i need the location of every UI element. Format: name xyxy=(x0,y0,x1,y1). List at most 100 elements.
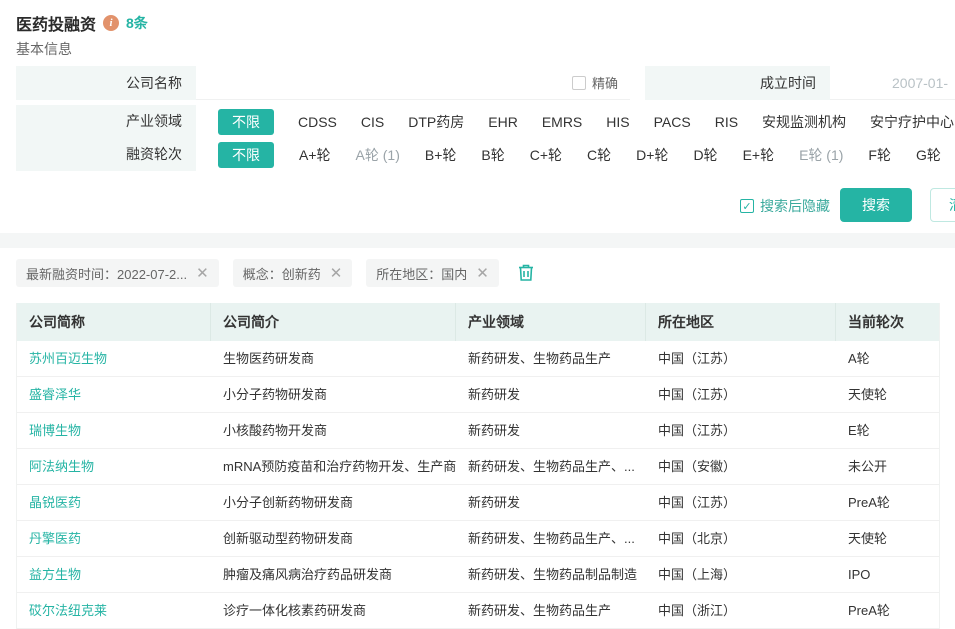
filter-tag-concept: 概念：创新药 ✕ xyxy=(233,259,353,287)
industry-option-ehr[interactable]: EHR xyxy=(488,114,518,130)
industry-option-safety-monitor[interactable]: 安规监测机构 xyxy=(762,112,846,132)
round-option-g[interactable]: G轮 xyxy=(916,145,941,165)
current-round: 天使轮 xyxy=(836,377,941,412)
info-icon[interactable]: i xyxy=(103,15,119,31)
industry-option-dtp[interactable]: DTP药房 xyxy=(408,112,464,132)
region: 中国（浙江） xyxy=(646,593,836,628)
company-name-input[interactable]: 精确 xyxy=(196,66,630,100)
company-profile: 肿瘤及痛风病治疗药品研发商 xyxy=(211,557,456,592)
round-label: 融资轮次 xyxy=(16,138,196,171)
table-row: 晶锐医药 小分子创新药物研发商 新药研发 中国（江苏） PreA轮 xyxy=(17,485,939,521)
round-option-e[interactable]: E轮 (1) xyxy=(799,145,843,165)
company-link[interactable]: 晶锐医药 xyxy=(17,485,211,520)
region: 中国（安徽） xyxy=(646,449,836,484)
company-link[interactable]: 砹尔法纽克莱 xyxy=(17,593,211,628)
trash-icon[interactable] xyxy=(515,262,537,284)
established-time-label: 成立时间 xyxy=(645,66,830,100)
industry-option-unlimited[interactable]: 不限 xyxy=(218,109,274,135)
industry-option-cis[interactable]: CIS xyxy=(361,114,384,130)
filter-tag-region: 所在地区：国内 ✕ xyxy=(366,259,499,287)
region: 中国（上海） xyxy=(646,557,836,592)
round-options-row: 不限 A+轮 A轮 (1) B+轮 B轮 C+轮 C轮 D+轮 D轮 E+轮 E… xyxy=(218,138,955,171)
company-link[interactable]: 苏州百迈生物 xyxy=(17,341,211,376)
table-row: 阿法纳生物 mRNA预防疫苗和治疗药物开发、生产商 新药研发、生物药品生产、..… xyxy=(17,449,939,485)
round-option-c-plus[interactable]: C+轮 xyxy=(530,145,562,165)
round-option-e-plus[interactable]: E+轮 xyxy=(743,145,775,165)
company-name-label: 公司名称 xyxy=(16,66,196,100)
company-profile: 小核酸药物开发商 xyxy=(211,413,456,448)
exact-label: 精确 xyxy=(592,73,618,92)
col-header-round: 当前轮次 xyxy=(836,303,941,341)
industry-field: 新药研发、生物药品生产 xyxy=(456,341,646,376)
round-option-b-plus[interactable]: B+轮 xyxy=(425,145,457,165)
industry-field: 新药研发 xyxy=(456,413,646,448)
round-option-b[interactable]: B轮 xyxy=(481,145,504,165)
round-option-d-plus[interactable]: D+轮 xyxy=(636,145,668,165)
col-header-profile: 公司简介 xyxy=(211,303,456,341)
industry-field: 新药研发 xyxy=(456,485,646,520)
industry-option-emrs[interactable]: EMRS xyxy=(542,114,582,130)
round-option-f[interactable]: F轮 xyxy=(868,145,891,165)
current-round: PreA轮 xyxy=(836,593,941,628)
round-option-d[interactable]: D轮 xyxy=(693,145,717,165)
search-button[interactable]: 搜索 xyxy=(840,188,912,222)
company-link[interactable]: 盛睿泽华 xyxy=(17,377,211,412)
table-row: 瑞博生物 小核酸药物开发商 新药研发 中国（江苏） E轮 xyxy=(17,413,939,449)
current-round: A轮 xyxy=(836,341,941,376)
region: 中国（江苏） xyxy=(646,485,836,520)
filter-options-block: 产业领域 融资轮次 不限 CDSS CIS DTP药房 EHR EMRS HIS… xyxy=(16,105,955,171)
industry-label: 产业领域 xyxy=(16,105,196,138)
industry-option-cdss[interactable]: CDSS xyxy=(298,114,337,130)
table-row: 盛睿泽华 小分子药物研发商 新药研发 中国（江苏） 天使轮 xyxy=(17,377,939,413)
round-option-c[interactable]: C轮 xyxy=(587,145,611,165)
section-label-basic-info: 基本信息 xyxy=(16,39,72,59)
col-header-industry: 产业领域 xyxy=(456,303,646,341)
region: 中国（江苏） xyxy=(646,377,836,412)
filter-tag-latest-financing-time: 最新融资时间：2022-07-2... ✕ xyxy=(16,259,219,287)
search-actions-row: ✓ 搜索后隐藏 搜索 清 xyxy=(0,188,955,222)
close-icon[interactable]: ✕ xyxy=(330,266,343,281)
col-header-region: 所在地区 xyxy=(646,303,836,341)
company-profile: 生物医药研发商 xyxy=(211,341,456,376)
page-header: 医药投融资 i 8条 xyxy=(16,11,148,35)
current-round: 未公开 xyxy=(836,449,941,484)
company-link[interactable]: 瑞博生物 xyxy=(17,413,211,448)
hide-after-search-label: 搜索后隐藏 xyxy=(760,196,830,216)
filter-tag-text: 最新融资时间：2022-07-2... xyxy=(26,264,187,283)
industry-field: 新药研发、生物药品生产、... xyxy=(456,449,646,484)
industry-option-ris[interactable]: RIS xyxy=(715,114,738,130)
result-count: 8条 xyxy=(126,13,148,33)
company-link[interactable]: 丹擎医药 xyxy=(17,521,211,556)
company-name-row: 公司名称 精确 成立时间 2007-01- xyxy=(16,66,955,100)
company-profile: 诊疗一体化核素药研发商 xyxy=(211,593,456,628)
region: 中国（江苏） xyxy=(646,413,836,448)
round-option-a-plus[interactable]: A+轮 xyxy=(299,145,331,165)
clear-button[interactable]: 清 xyxy=(930,188,955,222)
hide-after-search-group[interactable]: ✓ 搜索后隐藏 xyxy=(740,196,830,216)
current-round: 天使轮 xyxy=(836,521,941,556)
close-icon[interactable]: ✕ xyxy=(476,266,489,281)
round-option-unlimited[interactable]: 不限 xyxy=(218,142,274,168)
region: 中国（江苏） xyxy=(646,341,836,376)
industry-option-pacs[interactable]: PACS xyxy=(654,114,691,130)
results-table: 公司简称 公司简介 产业领域 所在地区 当前轮次 苏州百迈生物 生物医药研发商 … xyxy=(16,303,940,629)
hide-after-search-checkbox[interactable]: ✓ xyxy=(740,199,754,213)
company-profile: 创新驱动型药物研发商 xyxy=(211,521,456,556)
industry-option-his[interactable]: HIS xyxy=(606,114,629,130)
company-profile: mRNA预防疫苗和治疗药物开发、生产商 xyxy=(211,449,456,484)
company-link[interactable]: 益方生物 xyxy=(17,557,211,592)
filter-tag-text: 概念：创新药 xyxy=(243,264,321,283)
established-date-input[interactable]: 2007-01- xyxy=(830,66,955,100)
company-profile: 小分子创新药物研发商 xyxy=(211,485,456,520)
close-icon[interactable]: ✕ xyxy=(196,266,209,281)
industry-option-hospice[interactable]: 安宁疗护中心 xyxy=(870,112,954,132)
industry-field: 新药研发、生物药品生产、... xyxy=(456,521,646,556)
spacer xyxy=(630,66,645,100)
industry-field: 新药研发、生物药品制品制造 xyxy=(456,557,646,592)
current-round: IPO xyxy=(836,557,941,592)
company-link[interactable]: 阿法纳生物 xyxy=(17,449,211,484)
round-option-a[interactable]: A轮 (1) xyxy=(356,145,400,165)
exact-checkbox[interactable] xyxy=(572,76,586,90)
table-row: 益方生物 肿瘤及痛风病治疗药品研发商 新药研发、生物药品制品制造 中国（上海） … xyxy=(17,557,939,593)
table-row: 砹尔法纽克莱 诊疗一体化核素药研发商 新药研发、生物药品生产 中国（浙江） Pr… xyxy=(17,593,939,629)
